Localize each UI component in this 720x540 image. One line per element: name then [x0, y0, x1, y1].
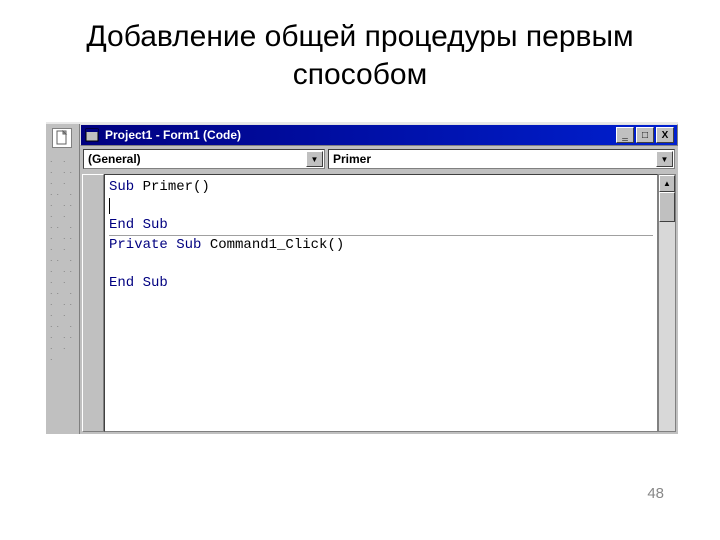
document-icon[interactable] — [52, 128, 72, 148]
slide-title: Добавление общей процедуры первым способ… — [0, 0, 720, 105]
keyword: End Sub — [109, 217, 168, 233]
ide-window: . . . .. . . .. . . .. . . .. . . .. . .… — [46, 122, 678, 434]
close-button[interactable]: X — [656, 127, 674, 143]
mdi-gutter: . . . .. . . .. . . .. . . .. . . .. . .… — [46, 124, 80, 434]
window-title: Project1 - Form1 (Code) — [105, 128, 614, 142]
code-text: Primer() — [134, 179, 210, 195]
procedure-dropdown[interactable]: Primer ▼ — [328, 149, 675, 169]
minimize-button[interactable]: ‗ — [616, 127, 634, 143]
chevron-down-icon[interactable]: ▼ — [306, 151, 323, 167]
text-cursor — [109, 198, 110, 214]
scroll-thumb[interactable] — [659, 192, 675, 222]
chevron-down-icon[interactable]: ▼ — [656, 151, 673, 167]
keyword: Sub — [109, 179, 134, 195]
maximize-button[interactable]: □ — [636, 127, 654, 143]
procedure-separator — [109, 235, 653, 236]
code-margin — [82, 174, 104, 432]
object-dropdown-value: (General) — [88, 152, 141, 166]
scroll-up-button[interactable]: ▲ — [659, 175, 675, 192]
vertical-scrollbar[interactable]: ▲ — [658, 174, 676, 432]
titlebar[interactable]: Project1 - Form1 (Code) ‗ □ X — [80, 124, 678, 146]
code-text: Command1_Click() — [201, 237, 344, 253]
object-dropdown[interactable]: (General) ▼ — [83, 149, 325, 169]
gutter-pattern: . . . .. . . .. . . .. . . .. . . .. . .… — [50, 154, 76, 363]
code-window: Project1 - Form1 (Code) ‗ □ X (General) … — [80, 124, 678, 434]
code-editor[interactable]: Sub Primer() End Sub Private Sub Command1… — [104, 174, 658, 432]
code-container: Sub Primer() End Sub Private Sub Command1… — [80, 172, 678, 434]
keyword: Private Sub — [109, 237, 201, 253]
keyword: End Sub — [109, 275, 168, 291]
procedure-dropdown-value: Primer — [333, 152, 371, 166]
dropdown-row: (General) ▼ Primer ▼ — [80, 146, 678, 172]
page-number: 48 — [647, 485, 664, 502]
form-icon — [84, 127, 100, 143]
